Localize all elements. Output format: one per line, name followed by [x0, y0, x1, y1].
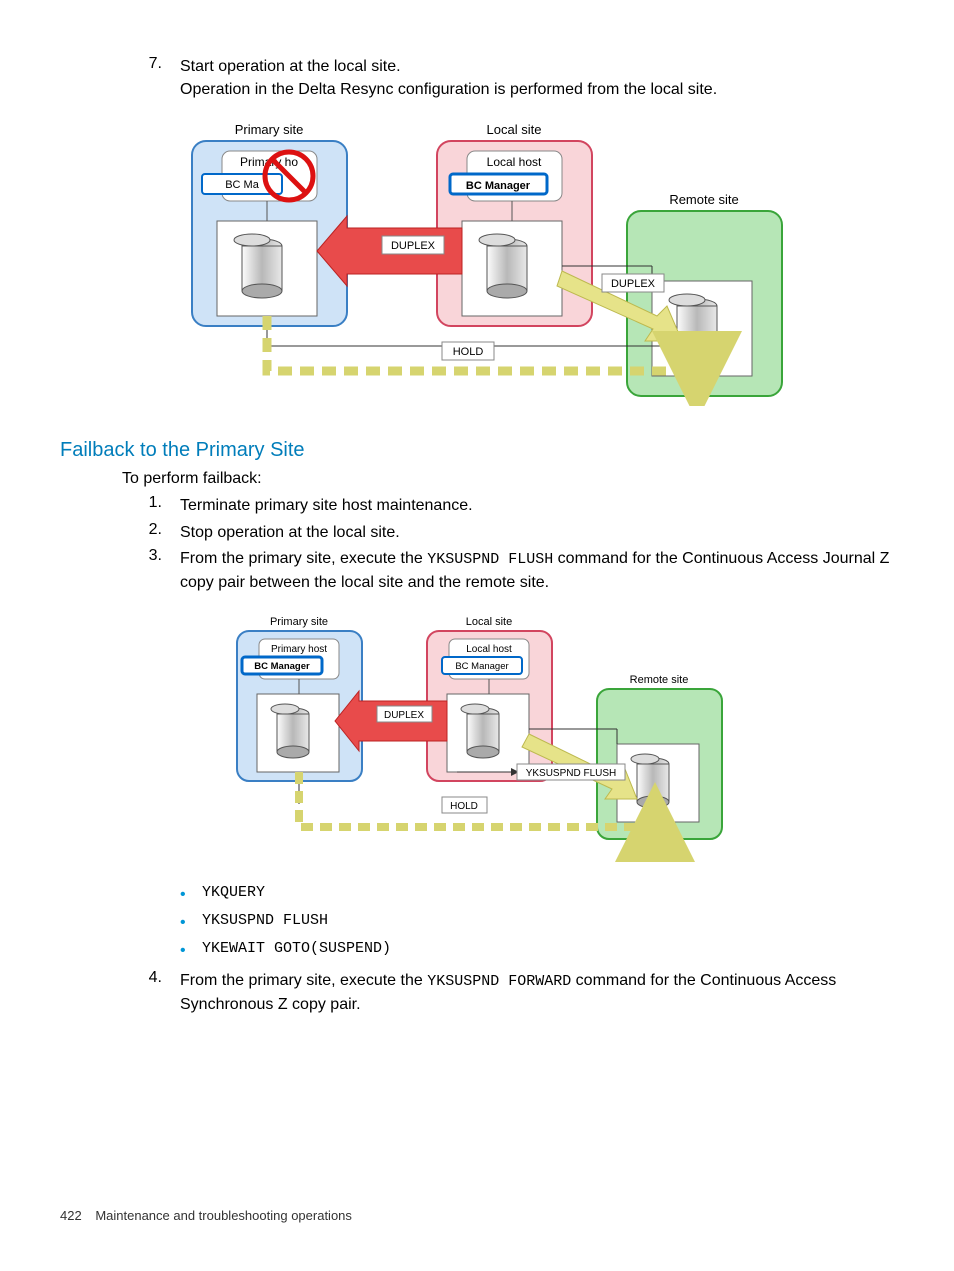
step-7: 7. Start operation at the local site. Op… — [60, 55, 894, 101]
remote-site-label: Remote site — [669, 192, 738, 207]
d2-local-host: Local host — [466, 644, 512, 655]
step4-code: YKSUSPND FORWARD — [427, 973, 571, 990]
d2-hold: HOLD — [450, 801, 478, 812]
page-number: 422 — [60, 1208, 82, 1223]
step-4: 4. From the primary site, execute the YK… — [60, 969, 894, 1016]
bullet-item: • YKEWAIT GOTO(SUSPEND) — [180, 940, 894, 962]
page-footer: 422 Maintenance and troubleshooting oper… — [60, 1208, 352, 1223]
bullet-item: • YKSUSPND FLUSH — [180, 912, 894, 934]
local-host-label: Local host — [487, 155, 542, 169]
diagram-1: Primary site Primary ho BC Ma Local site — [60, 116, 894, 411]
step-number: 7. — [122, 55, 180, 73]
intro-text: To perform failback: — [122, 470, 894, 488]
step-1: 1. Terminate primary site host maintenan… — [60, 494, 894, 517]
d2-cmd: YKSUSPND FLUSH — [526, 768, 617, 779]
step-number: 2. — [122, 521, 180, 539]
step-line2: Operation in the Delta Resync configurat… — [180, 81, 717, 98]
d2-bcm-p: BC Manager — [254, 661, 310, 672]
d2-duplex: DUPLEX — [384, 710, 424, 721]
bullet-text: YKSUSPND FLUSH — [202, 912, 328, 929]
step-number: 3. — [122, 547, 180, 565]
step-text: Terminate primary site host maintenance. — [180, 494, 894, 517]
d2-primary-site: Primary site — [270, 616, 328, 628]
step-text: From the primary site, execute the YKSUS… — [180, 969, 894, 1016]
step-number: 4. — [122, 969, 180, 987]
bullet-icon: • — [180, 912, 202, 934]
step-text: Start operation at the local site. Opera… — [180, 55, 894, 101]
duplex2-label: DUPLEX — [611, 278, 656, 290]
d2-primary-host: Primary host — [271, 644, 327, 655]
step-number: 1. — [122, 494, 180, 512]
step3-pre: From the primary site, execute the — [180, 550, 427, 567]
bc-manager-p: BC Ma — [225, 179, 260, 191]
bc-manager-l: BC Manager — [466, 180, 531, 192]
footer-title: Maintenance and troubleshooting operatio… — [95, 1208, 352, 1223]
d2-local-site: Local site — [466, 616, 512, 628]
bullet-text: YKQUERY — [202, 884, 265, 901]
duplex1-label: DUPLEX — [391, 240, 436, 252]
section-heading: Failback to the Primary Site — [60, 439, 894, 462]
primary-site-label: Primary site — [235, 122, 304, 137]
step-2: 2. Stop operation at the local site. — [60, 521, 894, 544]
bullet-icon: • — [180, 884, 202, 906]
bullet-item: • YKQUERY — [180, 884, 894, 906]
step-text: From the primary site, execute the YKSUS… — [180, 547, 894, 594]
local-site-label: Local site — [487, 122, 542, 137]
step3-code: YKSUSPND FLUSH — [427, 551, 553, 568]
hold-label: HOLD — [453, 346, 484, 358]
d2-remote-site: Remote site — [630, 674, 689, 686]
step-text: Stop operation at the local site. — [180, 521, 894, 544]
bullet-icon: • — [180, 940, 202, 962]
d2-bcm-l: BC Manager — [455, 661, 508, 672]
step4-pre: From the primary site, execute the — [180, 972, 427, 989]
step-3: 3. From the primary site, execute the YK… — [60, 547, 894, 594]
diagram-2: Primary site Primary host BC Manager Loc… — [60, 609, 894, 874]
bullet-text: YKEWAIT GOTO(SUSPEND) — [202, 940, 391, 957]
step-line1: Start operation at the local site. — [180, 58, 401, 75]
